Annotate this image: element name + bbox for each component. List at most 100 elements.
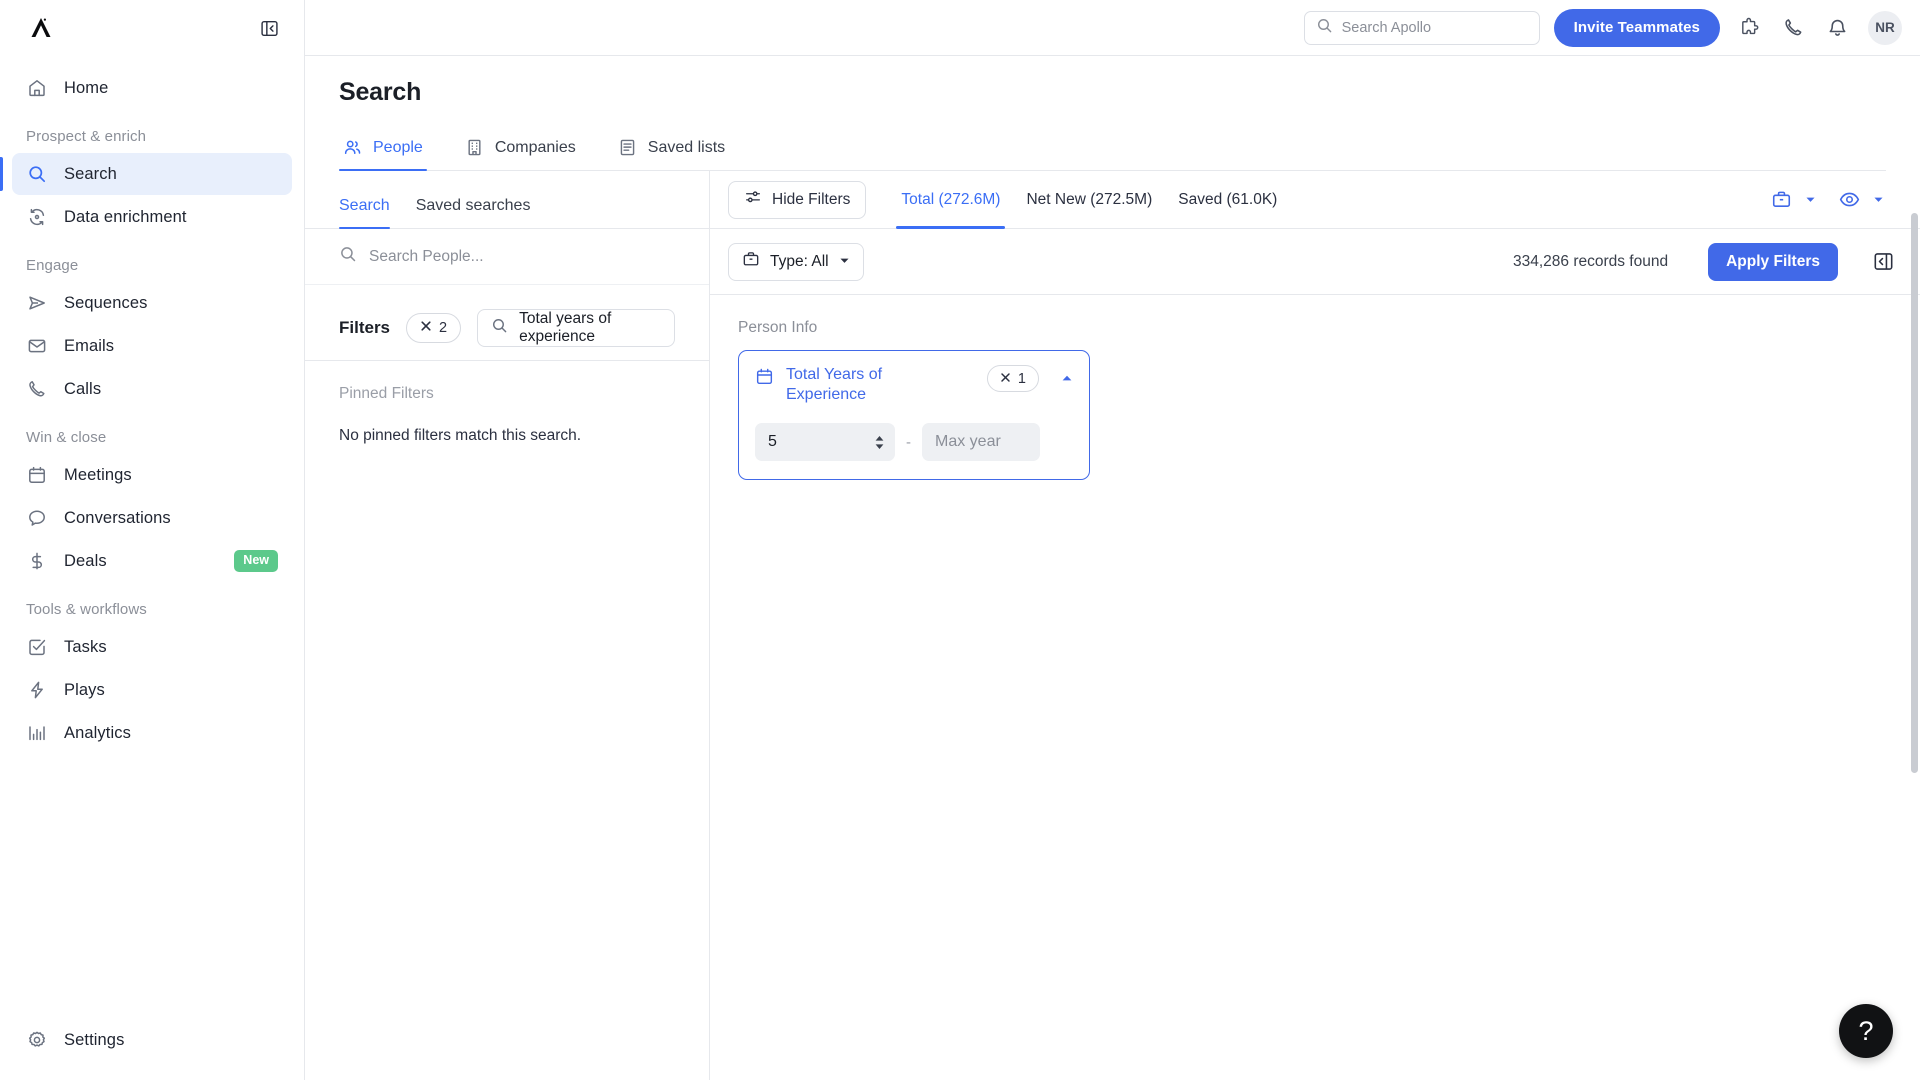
vertical-scrollbar[interactable] <box>1911 171 1918 1080</box>
sidebar-collapse-button[interactable] <box>256 15 282 41</box>
puzzle-piece-icon[interactable] <box>1734 13 1764 43</box>
filters-body: Person Info Total Years of Experience 1 … <box>710 295 1920 1080</box>
envelope-icon <box>26 335 48 357</box>
calendar-icon <box>26 464 48 486</box>
tab-saved-searches[interactable]: Saved searches <box>416 197 531 228</box>
max-year-input[interactable]: Max year <box>922 423 1040 461</box>
sidebar-item-analytics[interactable]: Analytics <box>12 712 292 754</box>
sidebar-item-search[interactable]: Search <box>0 153 292 195</box>
min-year-input[interactable]: 5 <box>755 423 895 461</box>
eye-icon[interactable] <box>1834 185 1864 215</box>
pinned-filters-column: Filters 2 Total years of experience Pinn… <box>305 295 710 1080</box>
close-icon <box>1000 371 1011 387</box>
search-icon <box>26 163 48 185</box>
range-separator: - <box>906 433 911 451</box>
sidebar-item-label: Home <box>64 78 109 97</box>
apply-filters-button[interactable]: Apply Filters <box>1708 242 1838 281</box>
sidebar-item-data-enrichment[interactable]: Data enrichment <box>12 196 292 238</box>
sidebar-item-sequences[interactable]: Sequences <box>12 282 292 324</box>
sidebar-header <box>0 0 304 56</box>
sidebar-item-label: Plays <box>64 680 105 699</box>
scrollbar-thumb[interactable] <box>1911 213 1918 773</box>
search-people-placeholder: Search People... <box>369 247 484 265</box>
apollo-logo[interactable] <box>26 13 56 43</box>
panel-collapse-button[interactable] <box>1868 247 1898 277</box>
sidebar-item-deals[interactable]: Deals New <box>12 540 292 582</box>
sidebar: Home Prospect & enrich Search Data enric… <box>0 0 305 1080</box>
hide-filters-button[interactable]: Hide Filters <box>728 180 867 219</box>
global-search-input[interactable]: Search Apollo <box>1303 10 1540 45</box>
filter-card-clear-chip[interactable]: 1 <box>986 365 1039 392</box>
filter-search-value: Total years of experience <box>519 309 612 345</box>
sidebar-item-tasks[interactable]: Tasks <box>12 626 292 668</box>
chevron-down-icon <box>839 253 850 271</box>
chevron-down-icon[interactable] <box>1800 186 1820 214</box>
tab-people[interactable]: People <box>339 129 427 171</box>
sidebar-group-label: Prospect & enrich <box>26 128 147 145</box>
page-tabs: People Companies Saved lists <box>339 129 1886 171</box>
count-tab-saved[interactable]: Saved (61.0K) <box>1165 171 1290 229</box>
type-select[interactable]: Type: All <box>728 242 864 281</box>
filter-card-range: 5 - Max year <box>755 423 1073 461</box>
global-search-placeholder: Search Apollo <box>1341 19 1432 36</box>
sidebar-item-conversations[interactable]: Conversations <box>12 497 292 539</box>
records-found-count: 334,286 records found <box>1512 252 1669 270</box>
sidebar-item-label: Tasks <box>64 637 107 656</box>
hide-filters-label: Hide Filters <box>772 190 851 208</box>
filter-card-header: Total Years of Experience 1 <box>755 365 1073 405</box>
sidebar-item-emails[interactable]: Emails <box>12 325 292 367</box>
search-icon <box>339 245 357 268</box>
sidebar-group-label: Tools & workflows <box>26 601 147 618</box>
sidebar-item-label: Analytics <box>64 723 131 742</box>
sidebar-item-home[interactable]: Home <box>12 67 292 109</box>
tab-saved-lists[interactable]: Saved lists <box>614 129 729 170</box>
count-tab-total[interactable]: Total (272.6M) <box>888 171 1013 229</box>
sidebar-footer: Settings <box>0 1018 304 1080</box>
sidebar-item-calls[interactable]: Calls <box>12 368 292 410</box>
status-badge: New <box>234 550 278 572</box>
filters-label: Filters <box>339 317 391 337</box>
filter-card-total-years-experience[interactable]: Total Years of Experience 1 5 - Max year <box>738 350 1090 480</box>
lightning-icon <box>26 679 48 701</box>
tab-label: Saved lists <box>647 138 726 156</box>
clear-filters-chip[interactable]: 2 <box>406 312 462 343</box>
close-icon <box>420 320 432 336</box>
sidebar-group-label: Win & close <box>26 429 107 446</box>
sidebar-item-label: Search <box>64 164 117 183</box>
people-icon <box>343 138 362 157</box>
sidebar-item-label: Settings <box>64 1030 125 1049</box>
filter-card-count: 1 <box>1017 370 1026 387</box>
sidebar-item-label: Conversations <box>64 508 171 527</box>
search-people-input[interactable]: Search People... <box>305 229 709 285</box>
results-toolbar: Hide Filters Total (272.6M) Net New (272… <box>710 171 1920 229</box>
search-panel: Search Saved searches Search People... <box>305 171 710 295</box>
clear-filters-count: 2 <box>439 319 448 336</box>
briefcase-icon[interactable] <box>1766 185 1796 215</box>
tab-label: People <box>373 138 423 156</box>
tab-companies[interactable]: Companies <box>461 129 580 170</box>
bar-chart-icon <box>26 722 48 744</box>
sidebar-item-settings[interactable]: Settings <box>12 1019 292 1061</box>
help-button[interactable]: ? <box>1839 1004 1893 1058</box>
invite-teammates-button[interactable]: Invite Teammates <box>1553 8 1720 47</box>
sidebar-item-plays[interactable]: Plays <box>12 669 292 711</box>
filters-bar-left: Filters 2 Total years of experience <box>305 295 709 361</box>
sidebar-item-label: Data enrichment <box>64 207 187 226</box>
tab-label: Companies <box>494 138 576 156</box>
sidebar-nav: Home Prospect & enrich Search Data enric… <box>0 56 304 1018</box>
page-title: Search <box>339 78 422 106</box>
home-icon <box>26 77 48 99</box>
chevron-up-icon[interactable] <box>1061 371 1073 389</box>
type-select-label: Type: All <box>770 252 829 270</box>
avatar[interactable]: NR <box>1868 10 1902 45</box>
sidebar-item-meetings[interactable]: Meetings <box>12 454 292 496</box>
tab-search[interactable]: Search <box>339 197 390 229</box>
checkbox-icon <box>26 636 48 658</box>
count-tab-net-new[interactable]: Net New (272.5M) <box>1013 171 1165 229</box>
chevron-down-icon[interactable] <box>1868 186 1888 214</box>
stepper-icon[interactable] <box>874 435 885 450</box>
bell-icon[interactable] <box>1822 13 1852 43</box>
filter-search-input[interactable]: Total years of experience <box>477 308 675 347</box>
phone-icon[interactable] <box>1778 13 1808 43</box>
sidebar-group-label: Engage <box>26 257 79 274</box>
